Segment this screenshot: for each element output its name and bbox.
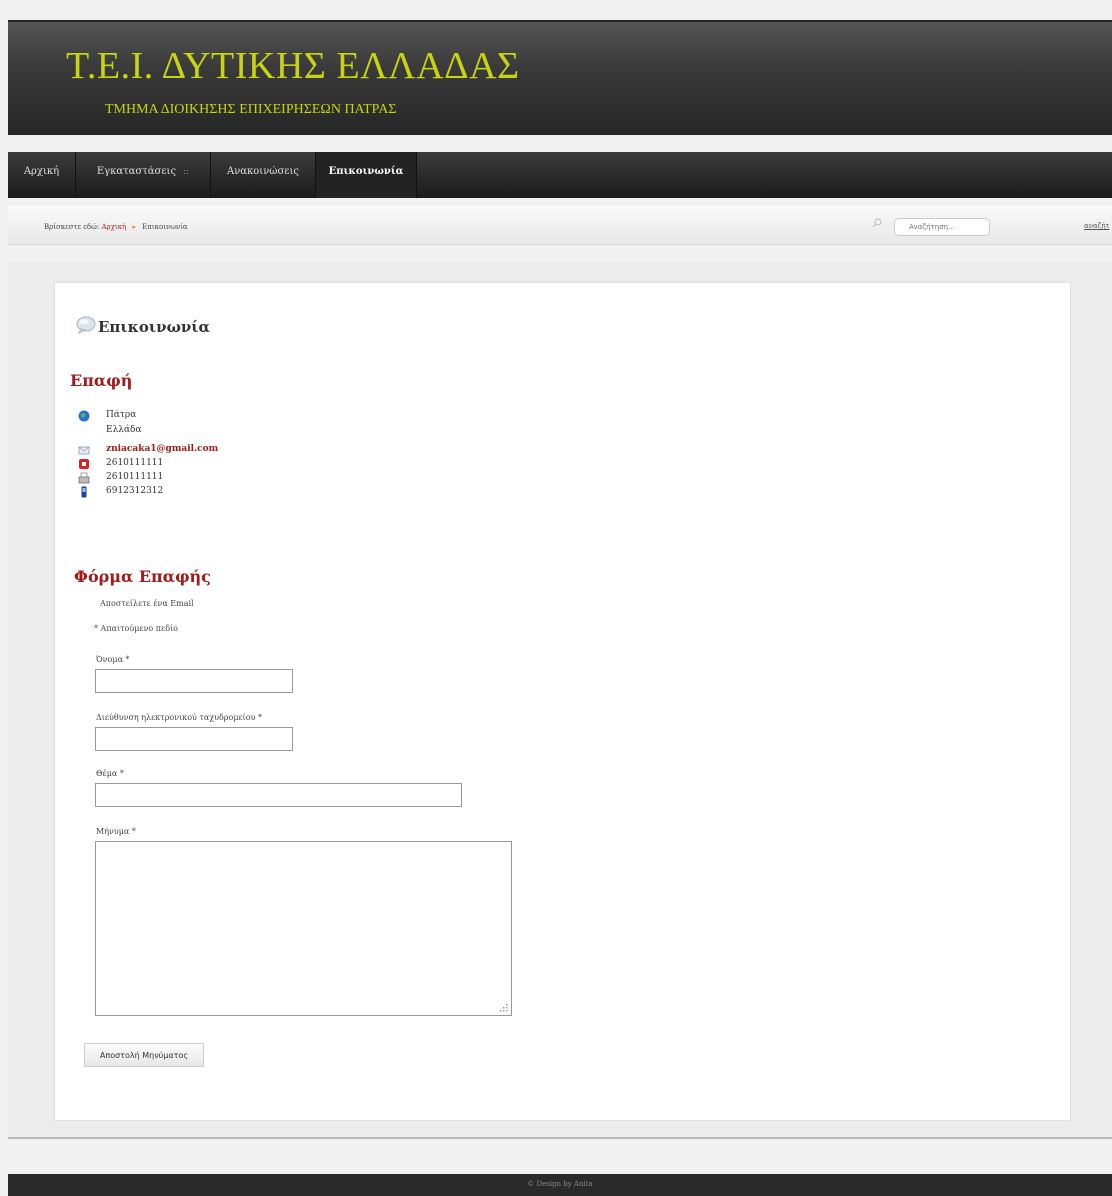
breadcrumb: Βρίσκεστε εδώ: Αρχική ▸ Επικοινωνία — [44, 223, 188, 231]
speech-bubble-icon — [76, 316, 96, 334]
search-button[interactable]: αναζήτ — [1084, 222, 1110, 230]
name-field[interactable] — [95, 669, 293, 693]
email-field[interactable] — [95, 727, 293, 751]
required-note: * Απαιτούμενο πεδίο — [94, 624, 178, 633]
address-city: Πάτρα — [106, 410, 137, 420]
mobile-phone-icon — [81, 486, 87, 498]
breadcrumb-separator-icon: ▸ — [132, 223, 136, 231]
search-icon — [872, 218, 882, 228]
address-country-row: Ελλάδα — [78, 425, 298, 437]
message-label: Μήνυμα * — [96, 827, 136, 836]
main-menu: Αρχική Εγκαταστάσεις:: Ανακοινώσεις Επικ… — [8, 152, 1112, 198]
page-title: Επικοινωνία — [98, 318, 211, 336]
submenu-indicator-icon: :: — [183, 167, 190, 177]
nav-item-contact[interactable]: Επικοινωνία — [316, 152, 417, 198]
telephone-icon — [79, 459, 89, 469]
address-country: Ελλάδα — [106, 425, 142, 435]
contact-heading: Επαφή — [70, 371, 133, 390]
name-label: Όνομα * — [96, 655, 130, 664]
nav-item-label: Εγκαταστάσεις — [96, 166, 177, 177]
site-subtitle: ΤΜΗΜΑ ΔΙΟΙΚΗΣΗΣ ΕΠΙΧΕΙΡΗΣΕΩΝ ΠΑΤΡΑΣ — [105, 102, 397, 117]
form-intro: Αποστείλετε ένα Email — [100, 599, 194, 608]
breadcrumb-current: Επικοινωνία — [142, 223, 188, 231]
breadcrumb-prefix: Βρίσκεστε εδώ: — [44, 223, 100, 231]
email-field-label: Διεύθυνση ηλεκτρονικού ταχυδρομείου * — [96, 713, 263, 722]
message-textarea[interactable] — [95, 841, 512, 1016]
site-footer: © Design by Anita — [8, 1174, 1112, 1196]
nav-item-announcements[interactable]: Ανακοινώσεις — [211, 152, 316, 198]
fax-number: 2610111111 — [106, 472, 164, 482]
fax-icon — [78, 472, 90, 484]
email-row: zniacaka1@gmail.com — [78, 444, 298, 456]
telephone-number: 2610111111 — [106, 458, 164, 468]
breadcrumb-home-link[interactable]: Αρχική — [101, 223, 126, 231]
mobile-row: 6912312312 — [78, 486, 298, 498]
site-header: Τ.Ε.Ι. ΔΥΤΙΚΗΣ ΕΛΛΑΔΑΣ ΤΜΗΜΑ ΔΙΟΙΚΗΣΗΣ Ε… — [8, 20, 1112, 135]
telephone-row: 2610111111 — [78, 458, 298, 470]
subject-field[interactable] — [95, 783, 462, 807]
site-title[interactable]: Τ.Ε.Ι. ΔΥΤΙΚΗΣ ΕΛΛΑΔΑΣ — [66, 44, 520, 88]
footer-credit: © Design by Anita — [527, 1180, 593, 1188]
nav-item-home[interactable]: Αρχική — [8, 152, 76, 198]
nav-item-facilities[interactable]: Εγκαταστάσεις:: — [76, 152, 211, 198]
email-link[interactable]: zniacaka1@gmail.com — [106, 444, 218, 454]
breadcrumb-bar: Βρίσκεστε εδώ: Αρχική ▸ Επικοινωνία αναζ… — [8, 206, 1112, 245]
nav-item-label: Επικοινωνία — [328, 166, 404, 177]
search-input[interactable] — [894, 218, 990, 236]
mobile-number: 6912312312 — [106, 486, 164, 496]
envelope-icon — [78, 446, 90, 455]
nav-item-label: Ανακοινώσεις — [226, 166, 299, 177]
fax-row: 2610111111 — [78, 472, 298, 484]
form-heading: Φόρμα Επαφής — [74, 567, 211, 586]
send-message-button[interactable]: Αποστολή Μηνύματος — [84, 1043, 204, 1067]
globe-icon — [78, 410, 90, 422]
resize-handle-icon[interactable] — [498, 1002, 508, 1012]
address-row: Πάτρα — [78, 410, 298, 422]
subject-label: Θέμα * — [96, 769, 124, 778]
nav-item-label: Αρχική — [23, 166, 60, 177]
